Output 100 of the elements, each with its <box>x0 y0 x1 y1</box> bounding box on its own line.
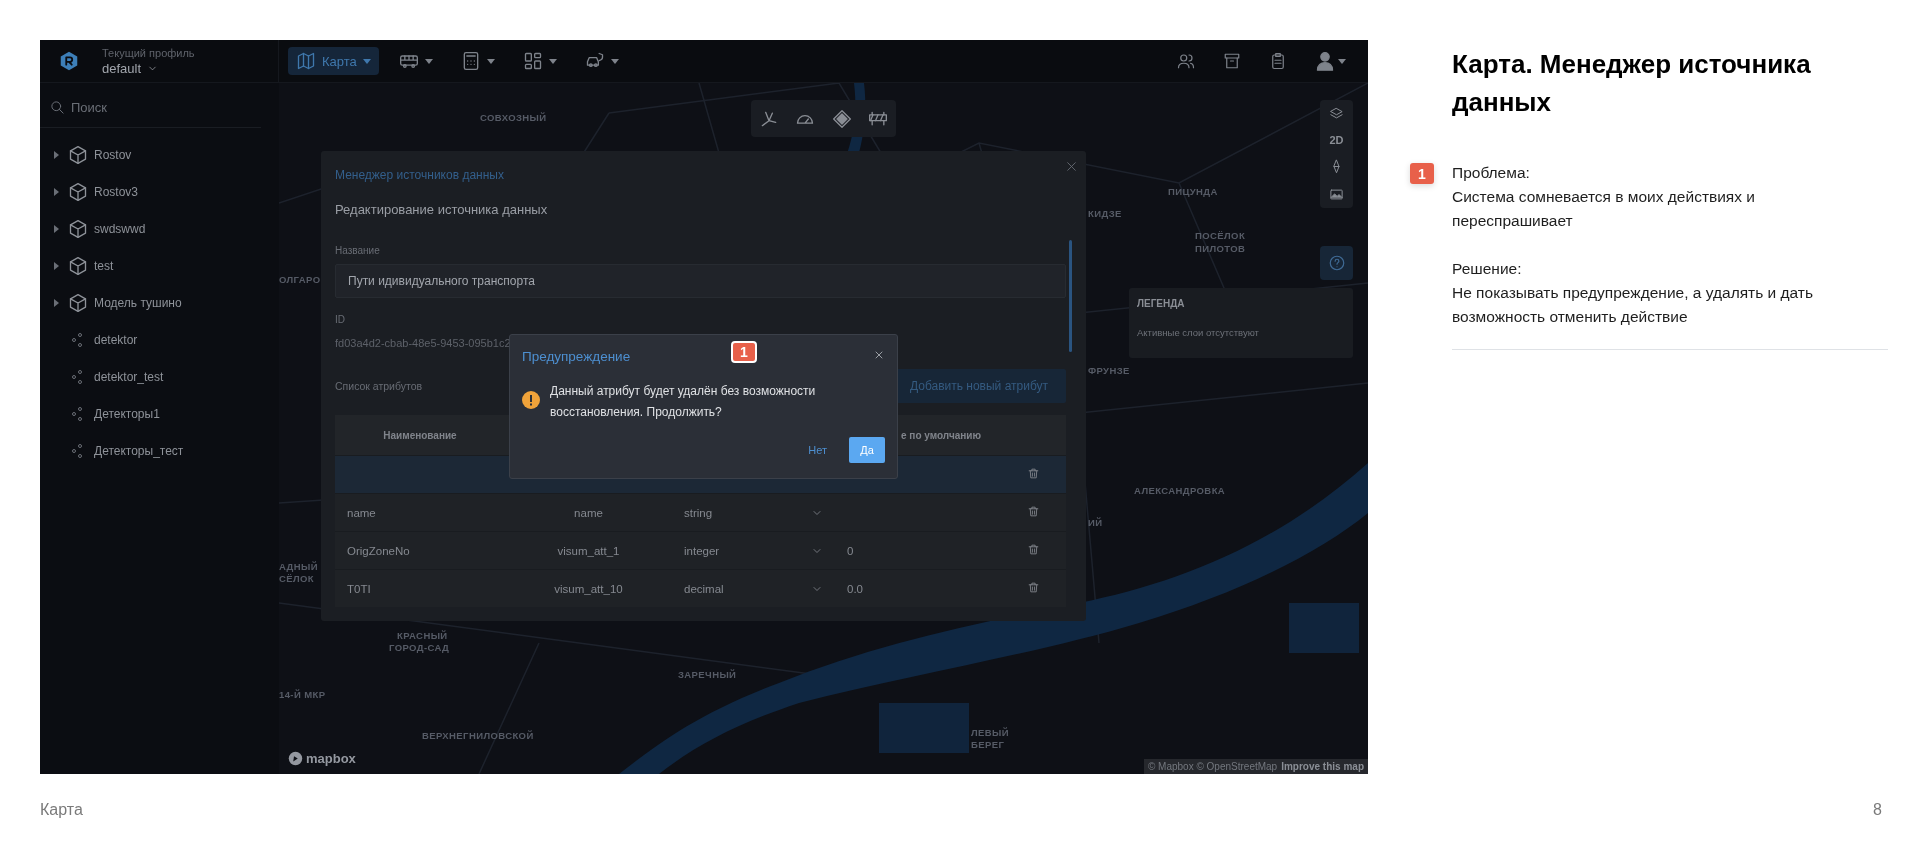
map-icon <box>296 51 316 71</box>
map-place-label: СЁЛОК <box>279 573 315 584</box>
scrollbar-thumb[interactable] <box>1069 240 1072 352</box>
layers-icon[interactable] <box>1329 106 1344 121</box>
id-label: ID <box>335 314 346 325</box>
layer-item[interactable]: Модель тушино <box>40 284 279 321</box>
expand-caret-icon[interactable] <box>54 150 59 159</box>
table-cell: name <box>347 506 376 519</box>
layer-item[interactable]: detektor <box>40 321 279 358</box>
caret-icon <box>610 58 619 64</box>
name-input[interactable]: Пути идивидуального транспорта <box>335 264 1066 298</box>
layer-label: Детекторы_тест <box>94 443 184 458</box>
layer-label: Rostov3 <box>94 184 139 199</box>
dialog-title: Предупреждение <box>522 348 631 364</box>
page-number: 8 <box>1873 800 1882 819</box>
map-place-label: ФРУНЗЕ <box>1088 365 1130 376</box>
clipboard-icon[interactable] <box>1269 52 1287 70</box>
users-icon[interactable] <box>1177 52 1195 70</box>
user-icon[interactable] <box>1315 51 1335 71</box>
map-place-label: АЛЕКСАНДРОВКА <box>1134 485 1226 496</box>
profile-label: Текущий профиль <box>102 46 195 59</box>
caret-icon <box>362 58 371 64</box>
close-icon[interactable] <box>873 349 885 361</box>
table-cell: visum_att_10 <box>554 582 623 595</box>
map-place-label: СОВХОЗНЫЙ <box>480 112 547 123</box>
slide-footer: Карта <box>40 800 83 819</box>
search-field[interactable]: Поиск <box>71 99 221 115</box>
archive-icon[interactable] <box>1223 52 1241 70</box>
cube-icon <box>68 218 88 239</box>
column-header: Наименование <box>383 429 457 441</box>
table-cell: T0TI <box>347 582 371 595</box>
annotation-marker: 1 <box>1410 163 1434 184</box>
map-place-label: ЗАРЕЧНЫЙ <box>678 669 737 680</box>
map-tab[interactable]: Карта <box>288 47 379 75</box>
map-place-label: ОЛГАРО <box>279 274 321 285</box>
cancel-button[interactable]: Нет <box>802 443 833 457</box>
trash-icon[interactable] <box>1026 505 1040 518</box>
profile-dropdown[interactable]: default <box>102 60 195 76</box>
expand-caret-icon[interactable] <box>54 261 59 270</box>
expand-caret-icon[interactable] <box>54 187 59 196</box>
help-icon <box>1327 254 1346 272</box>
layer-label: Детекторы1 <box>94 406 160 421</box>
layer-label: detektor_test <box>94 369 164 384</box>
table-cell: 0 <box>847 544 854 557</box>
annotation-marker: 1 <box>731 341 757 363</box>
expand-caret-icon[interactable] <box>54 224 59 233</box>
cube-icon <box>68 181 88 202</box>
attributes-label: Список атрибутов <box>335 380 423 392</box>
layer-item[interactable]: Детекторы_тест <box>40 432 279 469</box>
layer-item[interactable]: Rostov3 <box>40 173 279 210</box>
table-cell: name <box>574 506 603 519</box>
map-place-label: 14-Й МКР <box>279 689 326 700</box>
slide-title: Карта. Менеджер источника данных <box>1452 48 1812 119</box>
search-icon <box>50 99 65 115</box>
table-cell: visum_att_1 <box>557 544 620 557</box>
trash-icon[interactable] <box>1026 543 1040 556</box>
map-place-label: АДНЫЙ <box>279 561 318 572</box>
caret-icon <box>548 58 557 64</box>
expand-caret-icon[interactable] <box>54 298 59 307</box>
close-icon[interactable] <box>1065 160 1078 173</box>
layer-label: Rostov <box>94 147 132 162</box>
layer-item[interactable]: detektor_test <box>40 358 279 395</box>
layer-item[interactable]: Rostov <box>40 136 279 173</box>
solution-text: Не показывать предупреждение, а удалять и дать возможность отменить действие <box>1452 283 1814 327</box>
map-place-label: КРАСНЫЙ <box>397 630 448 641</box>
layer-label: test <box>94 258 114 273</box>
mapbox-logo-icon <box>288 751 303 766</box>
improve-map-link[interactable]: Improve this map <box>1281 761 1364 772</box>
map-place-label: ГОРОД-САД <box>389 642 450 653</box>
warning-icon <box>522 391 540 409</box>
id-value: fd03a4d2-cbab-48e5-9453-095b1c2 <box>335 337 512 349</box>
mapbox-logo-text: mapbox <box>306 751 356 766</box>
layer-item[interactable]: Детекторы1 <box>40 395 279 432</box>
problem-text: Система сомневается в моих действиях и переспрашивает <box>1452 187 1756 231</box>
layer-item[interactable]: test <box>40 247 279 284</box>
map-place-label: ПОСЁЛОК <box>1195 230 1246 241</box>
layer-label: detektor <box>94 332 138 347</box>
map-place-label: ПИЛОТОВ <box>1195 243 1246 254</box>
map-place-label: БЕРЕГ <box>971 739 1005 750</box>
legend-text: Активные слои отсутствуют <box>1137 327 1260 338</box>
map-place-label: ЛЕВЫЙ <box>971 727 1009 738</box>
problem-label: Проблема: <box>1452 163 1531 183</box>
layer-label: Модель тушино <box>94 295 182 310</box>
map-place-label: ИЙ <box>1088 517 1103 528</box>
image-icon[interactable] <box>1329 187 1344 202</box>
layer-item[interactable]: swdswwd <box>40 210 279 247</box>
dialog-message: Данный атрибут будет удалён без возможности восстановления. Продолжить? <box>550 383 817 421</box>
legend-title: ЛЕГЕНДА <box>1137 298 1186 309</box>
table-cell: OrigZoneNo <box>347 544 410 557</box>
help-button[interactable] <box>1320 246 1353 280</box>
layer-label: swdswwd <box>94 221 146 236</box>
trash-icon[interactable] <box>1026 581 1040 594</box>
diamond-icon[interactable] <box>831 108 852 129</box>
column-header: е по умолчанию <box>901 429 982 441</box>
map-place-label: КИДЗЕ <box>1088 208 1122 219</box>
map-place-label: ВЕРХНЕГНИЛОВСКОЙ <box>422 730 534 741</box>
solution-label: Решение: <box>1452 259 1523 279</box>
attribution-text: © Mapbox © OpenStreetMap <box>1147 761 1278 772</box>
trash-icon[interactable] <box>1026 467 1040 480</box>
view-mode-toggle[interactable]: 2D <box>1329 134 1344 146</box>
